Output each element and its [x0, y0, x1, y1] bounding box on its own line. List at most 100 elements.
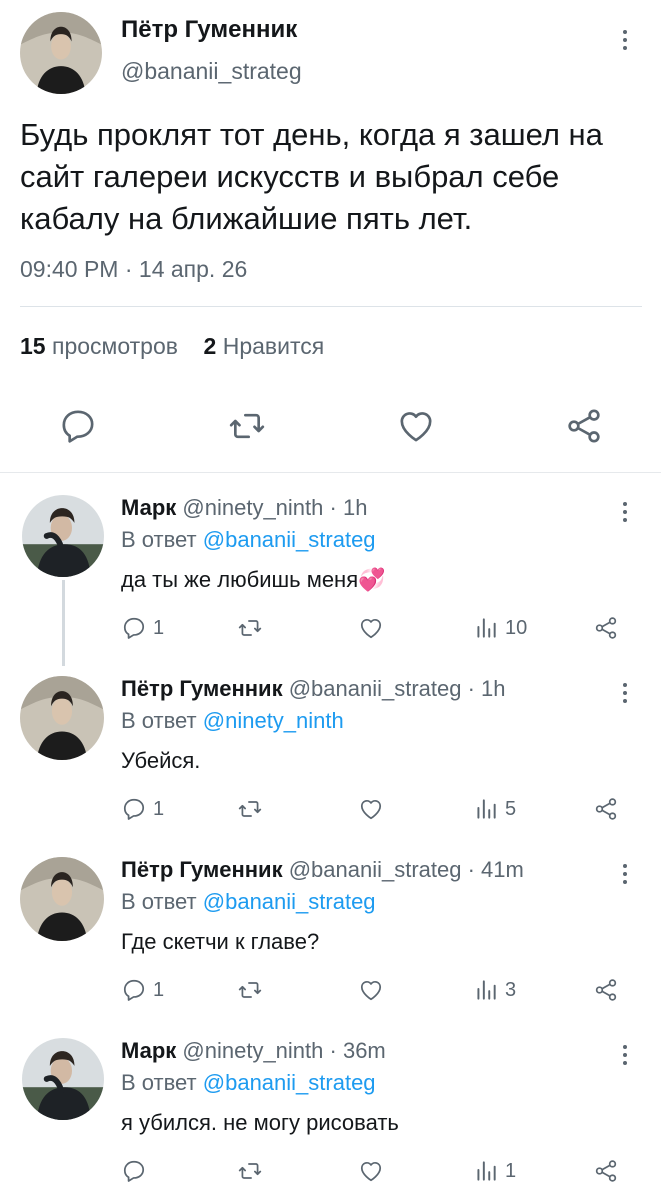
retweet-icon — [237, 796, 263, 822]
share-button[interactable] — [593, 613, 619, 643]
retweet-button[interactable] — [237, 975, 263, 1005]
reply-header: Пётр Гуменник @bananii_strateg · 41m — [121, 857, 524, 883]
view-count: 5 — [505, 797, 517, 820]
author-handle[interactable]: @bananii_strateg — [289, 857, 462, 882]
views-button[interactable]: 3 — [473, 975, 516, 1005]
views-button[interactable]: 1 — [473, 1156, 516, 1186]
reply-text: Убейся. — [121, 748, 201, 773]
retweet-icon — [237, 977, 263, 1003]
like-button[interactable] — [358, 613, 384, 643]
share-button[interactable] — [593, 1156, 619, 1186]
reply-to-handle[interactable]: @bananii_strateg — [203, 889, 376, 914]
reply-header: Пётр Гуменник @bananii_strateg · 1h — [121, 676, 506, 702]
reply-actions: 1 10 — [121, 613, 631, 643]
avatar[interactable] — [22, 1038, 104, 1120]
retweet-icon[interactable] — [227, 406, 267, 446]
reply-to-handle[interactable]: @bananii_strateg — [203, 1070, 376, 1095]
avatar[interactable] — [20, 676, 104, 760]
reply-icon — [121, 615, 147, 641]
author-name[interactable]: Марк — [121, 1038, 176, 1063]
reply-tweet[interactable]: Марк @ninety_ninth · 36m В ответ @banani… — [0, 1038, 661, 1198]
reply-text: Где скетчи к главе? — [121, 929, 320, 954]
reply-to: В ответ @bananii_strateg — [121, 889, 376, 915]
likes-stat[interactable]: 2 Нравится — [204, 333, 325, 359]
tweet-time[interactable]: 09:40 PM — [20, 256, 118, 282]
likes-count: 2 — [203, 333, 217, 359]
more-icon[interactable] — [618, 497, 632, 527]
author-handle[interactable]: @bananii_strateg — [289, 676, 462, 701]
share-button[interactable] — [593, 975, 619, 1005]
reply-button[interactable]: 1 — [121, 975, 164, 1005]
reply-age: · 36m — [329, 1038, 386, 1063]
reply-icon[interactable] — [58, 406, 98, 446]
reply-icon — [121, 977, 147, 1003]
more-icon[interactable] — [618, 1040, 632, 1070]
divider — [20, 306, 642, 307]
views-button[interactable]: 5 — [473, 794, 516, 824]
like-icon[interactable] — [396, 406, 436, 446]
reply-actions: 1 — [121, 1156, 631, 1186]
likes-label: Нравится — [222, 333, 325, 359]
like-button[interactable] — [358, 975, 384, 1005]
avatar[interactable] — [20, 857, 104, 941]
author-handle[interactable]: @ninety_ninth — [182, 495, 323, 520]
author-name[interactable]: Пётр Гуменник — [121, 857, 283, 882]
author-name[interactable]: Марк — [121, 495, 176, 520]
views-button[interactable]: 10 — [473, 613, 527, 643]
view-count: 10 — [505, 616, 528, 639]
retweet-button[interactable] — [237, 613, 263, 643]
tweet-text: Будь проклят тот день, когда я зашел на … — [20, 117, 603, 236]
avatar[interactable] — [22, 495, 104, 577]
reply-button[interactable] — [121, 1156, 153, 1186]
author-name[interactable]: Пётр Гуменник — [121, 16, 297, 44]
retweet-button[interactable] — [237, 794, 263, 824]
reply-icon — [121, 1158, 147, 1184]
reply-to-label: В ответ — [121, 1070, 197, 1095]
author-name[interactable]: Пётр Гуменник — [121, 676, 283, 701]
reply-actions: 1 5 — [121, 794, 631, 824]
reply-tweet[interactable]: Марк @ninety_ninth · 1h В ответ @bananii… — [0, 495, 661, 655]
reply-tweet[interactable]: Пётр Гуменник @bananii_strateg · 1h В от… — [0, 676, 661, 836]
reply-to-handle[interactable]: @ninety_ninth — [203, 708, 344, 733]
reply-to: В ответ @bananii_strateg — [121, 1070, 376, 1096]
share-icon[interactable] — [564, 406, 604, 446]
tweet-timestamp: 09:40 PM · 14 апр. 26 — [20, 256, 247, 283]
reply-to-label: В ответ — [121, 527, 197, 552]
reply-to-handle[interactable]: @bananii_strateg — [203, 527, 376, 552]
tweet-date[interactable]: 14 апр. 26 — [139, 256, 247, 282]
more-icon[interactable] — [618, 678, 632, 708]
more-icon[interactable] — [618, 25, 632, 55]
reply-count: 1 — [153, 616, 165, 639]
timestamp-separator: · — [124, 256, 133, 282]
like-icon — [358, 977, 384, 1003]
share-icon — [593, 796, 619, 822]
reply-to-label: В ответ — [121, 708, 197, 733]
author-handle[interactable]: @bananii_strateg — [121, 58, 302, 85]
reply-tweet[interactable]: Пётр Гуменник @bananii_strateg · 41m В о… — [0, 857, 661, 1017]
share-icon — [593, 977, 619, 1003]
author-handle[interactable]: @ninety_ninth — [182, 1038, 323, 1063]
like-icon — [358, 796, 384, 822]
reply-actions: 1 3 — [121, 975, 631, 1005]
reply-text: да ты же любишь меня💞 — [121, 567, 386, 592]
like-icon — [358, 615, 384, 641]
reply-header: Марк @ninety_ninth · 36m — [121, 1038, 386, 1064]
avatar[interactable] — [20, 12, 102, 94]
reply-text: я убился. не могу рисовать — [121, 1110, 399, 1135]
reply-age: · 1h — [467, 676, 506, 701]
like-button[interactable] — [358, 794, 384, 824]
reply-to: В ответ @ninety_ninth — [121, 708, 344, 734]
share-button[interactable] — [593, 794, 619, 824]
views-count: 15 — [20, 333, 46, 359]
like-button[interactable] — [358, 1156, 384, 1186]
retweet-button[interactable] — [237, 1156, 263, 1186]
views-stat[interactable]: 15 просмотров — [20, 333, 178, 359]
views-icon — [473, 1158, 499, 1184]
reply-button[interactable]: 1 — [121, 613, 164, 643]
reply-button[interactable]: 1 — [121, 794, 164, 824]
share-icon — [593, 615, 619, 641]
reply-icon — [121, 796, 147, 822]
more-icon[interactable] — [618, 859, 632, 889]
retweet-icon — [237, 1158, 263, 1184]
views-icon — [473, 615, 499, 641]
